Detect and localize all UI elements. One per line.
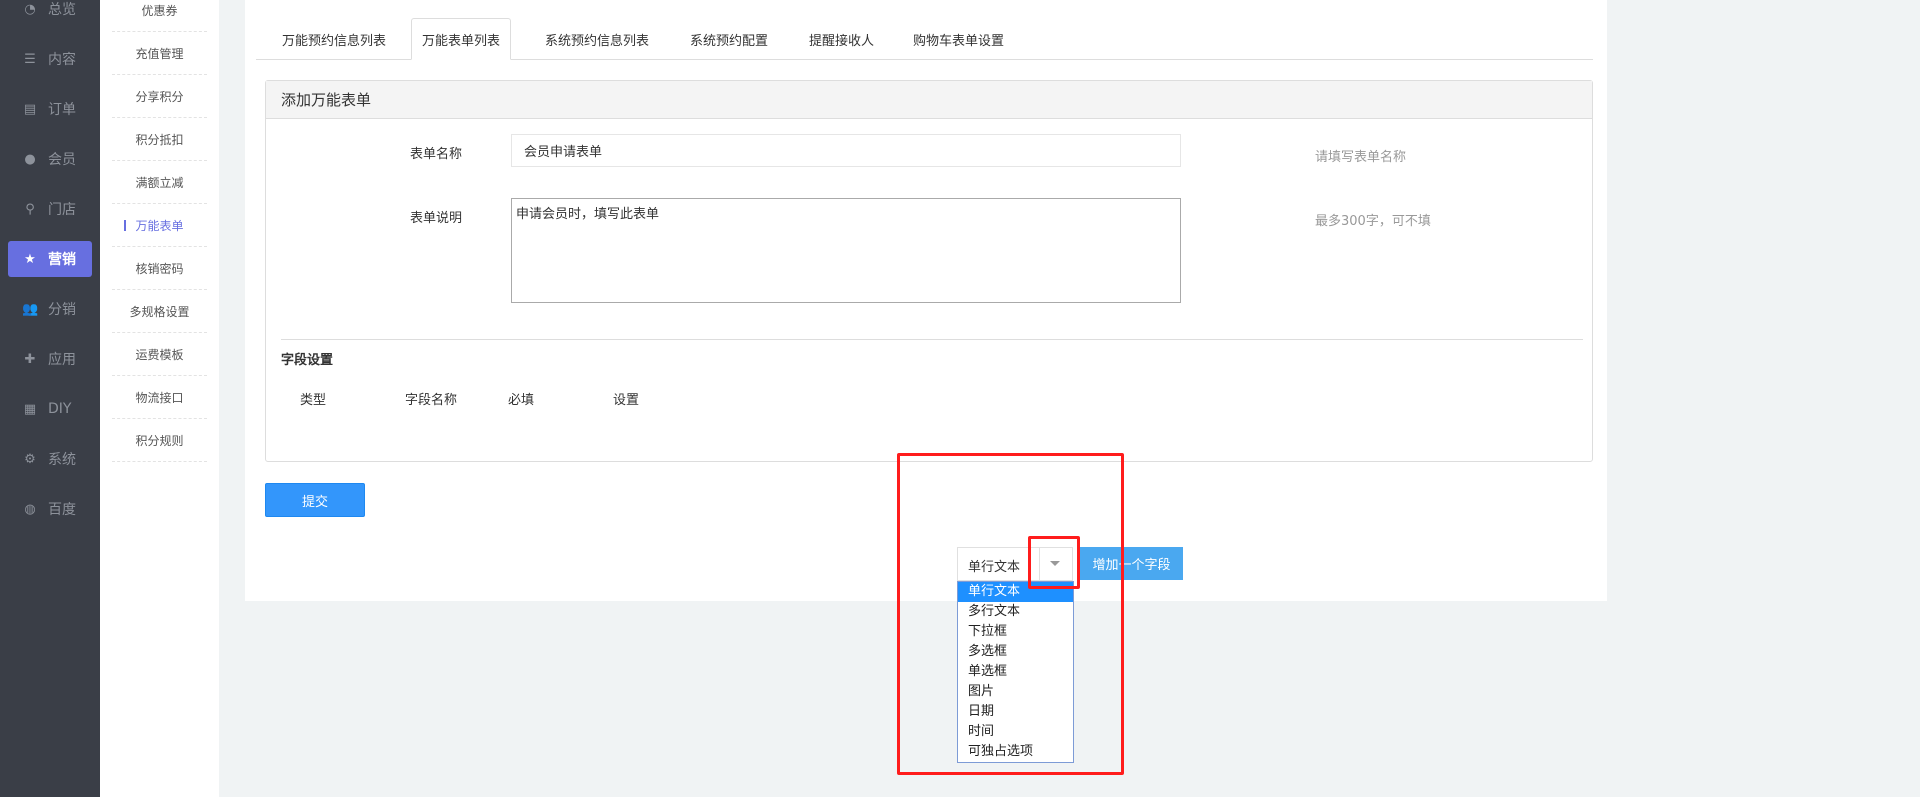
list-icon: ☰ [24,51,36,67]
tab-reminder-recipients[interactable]: 提醒接收人 [809,18,874,60]
sidebar-item-distribution[interactable]: 👥 分销 [8,291,92,327]
sidebar-item-apps[interactable]: ✚ 应用 [8,341,92,377]
main-sidebar: ◔ 总览 ☰ 内容 ▤ 订单 ● 会员 ⚲ 门店 ★ 营销 👥 分销 ✚ 应用 ▦ DIY ⚙ 系统… [0,0,100,797]
form-name-label: 表单名称 [410,147,463,162]
submenu-item[interactable]: 物流接口 [112,376,207,419]
sidebar-item-overview[interactable]: ◔ 总览 [8,0,92,27]
submenu-item[interactable]: 核销密码 [112,247,207,290]
submenu-item[interactable]: 积分抵扣 [112,118,207,161]
pie-chart-icon: ◔ [24,1,36,17]
baidu-icon: ◍ [24,501,36,517]
users-icon: 👥 [22,301,39,317]
gear-icon: ⚙ [24,451,36,467]
submenu-item[interactable]: 充值管理 [112,32,207,75]
column-settings: 设置 [613,393,640,408]
annotation-highlight-box [897,453,1124,775]
tab-cart-form-settings[interactable]: 购物车表单设置 [913,18,1004,60]
sidebar-item-diy[interactable]: ▦ DIY [8,391,92,427]
submenu-item[interactable]: 优惠券 [112,0,207,32]
sidebar-item-baidu[interactable]: ◍ 百度 [8,491,92,527]
star-icon: ★ [24,251,36,267]
document-icon: ▤ [23,101,37,117]
form-desc-textarea[interactable]: 申请会员时，填写此表单 [511,198,1181,303]
tab-universal-booking-list[interactable]: 万能预约信息列表 [282,18,386,60]
user-icon: ● [24,151,36,167]
form-name-input[interactable]: 会员申请表单 [511,134,1181,167]
submenu-item-active[interactable]: 万能表单 [112,204,207,247]
column-type: 类型 [300,393,327,408]
submenu-item[interactable]: 分享积分 [112,75,207,118]
column-field-name: 字段名称 [405,393,458,408]
sidebar-item-stores[interactable]: ⚲ 门店 [8,191,92,227]
annotation-highlight-arrow-box [1028,536,1080,589]
sidebar-item-content[interactable]: ☰ 内容 [8,41,92,77]
divider [281,339,1583,340]
column-required: 必填 [508,393,535,408]
form-desc-label: 表单说明 [410,211,463,226]
submenu-item[interactable]: 运费模板 [112,333,207,376]
submit-button[interactable]: 提交 [265,483,365,517]
layout-icon: ▦ [23,401,37,417]
panel-title: 添加万能表单 [266,81,1592,119]
submenu-item[interactable]: 满额立减 [112,161,207,204]
tab-universal-form-list[interactable]: 万能表单列表 [411,18,512,60]
fields-settings-title: 字段设置 [281,353,334,368]
submenu-item[interactable]: 多规格设置 [112,290,207,333]
form-desc-hint: 最多300字，可不填 [1315,214,1431,229]
tab-system-booking-list[interactable]: 系统预约信息列表 [545,18,649,60]
submenu: 优惠券 充值管理 分享积分 积分抵扣 满额立减 万能表单 核销密码 多规格设置 … [100,0,219,797]
tab-system-booking-config[interactable]: 系统预约配置 [690,18,768,60]
sidebar-item-orders[interactable]: ▤ 订单 [8,91,92,127]
sidebar-item-members[interactable]: ● 会员 [8,141,92,177]
map-pin-icon: ⚲ [25,201,35,217]
sidebar-item-marketing[interactable]: ★ 营销 [8,241,92,277]
form-name-hint: 请填写表单名称 [1315,150,1407,165]
sidebar-item-system[interactable]: ⚙ 系统 [8,441,92,477]
puzzle-icon: ✚ [24,351,36,367]
submenu-item[interactable]: 积分规则 [112,419,207,462]
